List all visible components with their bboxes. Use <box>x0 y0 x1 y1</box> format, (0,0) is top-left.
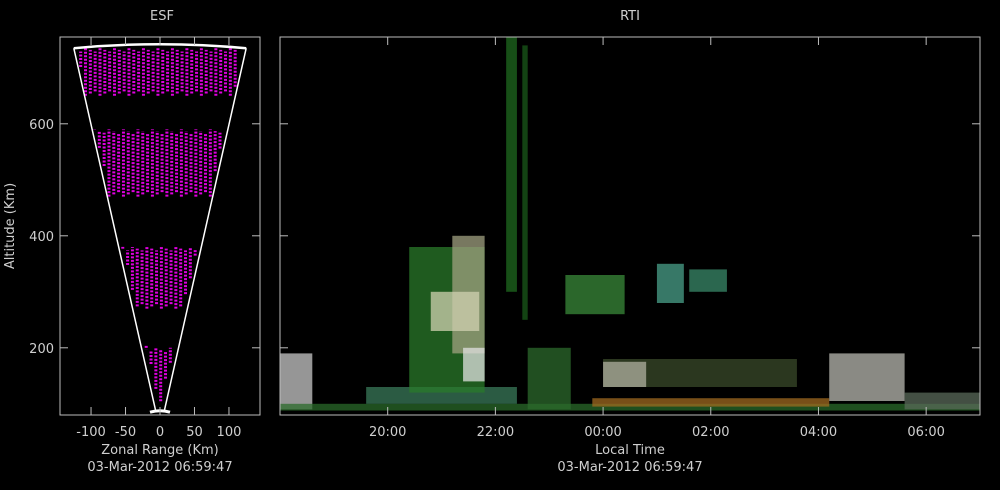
rti-echo-patch <box>522 45 528 320</box>
esf-x-tick-label: -100 <box>76 425 106 440</box>
esf-panel: ESF -100 -50 0 50 100 200 400 600 Altitude (Km… <box>3 9 261 475</box>
esf-y-tick-label: 600 <box>29 118 54 133</box>
rti-x-tick-label: 06:00 <box>907 425 944 440</box>
rti-echo-patch <box>463 347 485 382</box>
esf-title: ESF <box>150 9 174 24</box>
rti-x-tick-label: 02:00 <box>692 425 729 440</box>
rti-x-tick-label: 22:00 <box>477 425 514 440</box>
esf-y-axis-label: Altitude (Km) <box>3 183 18 269</box>
rti-x-axis-label: Local Time <box>595 443 665 458</box>
rti-x-tick-label: 04:00 <box>800 425 837 440</box>
esf-y-tick-label: 200 <box>29 342 54 357</box>
rti-echo-patch <box>565 275 625 315</box>
rti-timestamp: 03-Mar-2012 06:59:47 <box>557 460 702 475</box>
rti-echo-patch <box>689 269 727 292</box>
esf-timestamp: 03-Mar-2012 06:59:47 <box>87 460 232 475</box>
esf-x-tick-label: 50 <box>186 425 203 440</box>
rti-x-tick-label: 20:00 <box>369 425 406 440</box>
esf-x-axis-label: Zonal Range (Km) <box>101 443 218 458</box>
figure: ESF -100 -50 0 50 100 200 400 600 Altitude (Km… <box>3 9 981 475</box>
rti-echo-patch <box>506 37 517 292</box>
rti-echo-patch <box>829 353 905 401</box>
rti-title: RTI <box>620 9 640 24</box>
esf-x-tick-label: 100 <box>217 425 242 440</box>
esf-x-tick-label: -50 <box>115 425 136 440</box>
rti-echo-patch <box>904 392 980 410</box>
rti-echo-patch <box>280 353 313 410</box>
rti-echo-patch <box>430 291 480 331</box>
rti-panel: RTI 20:00 22:00 00:00 02:00 04:00 06:00 Local… <box>279 9 981 475</box>
rti-echo-patch <box>603 361 647 387</box>
rti-echo-patch <box>527 347 571 410</box>
rti-echo-patch <box>656 263 684 303</box>
esf-y-tick-label: 400 <box>29 230 54 245</box>
rti-x-tick-label: 00:00 <box>584 425 621 440</box>
esf-x-tick-label: 0 <box>156 425 164 440</box>
rti-echo-patch <box>592 398 830 407</box>
